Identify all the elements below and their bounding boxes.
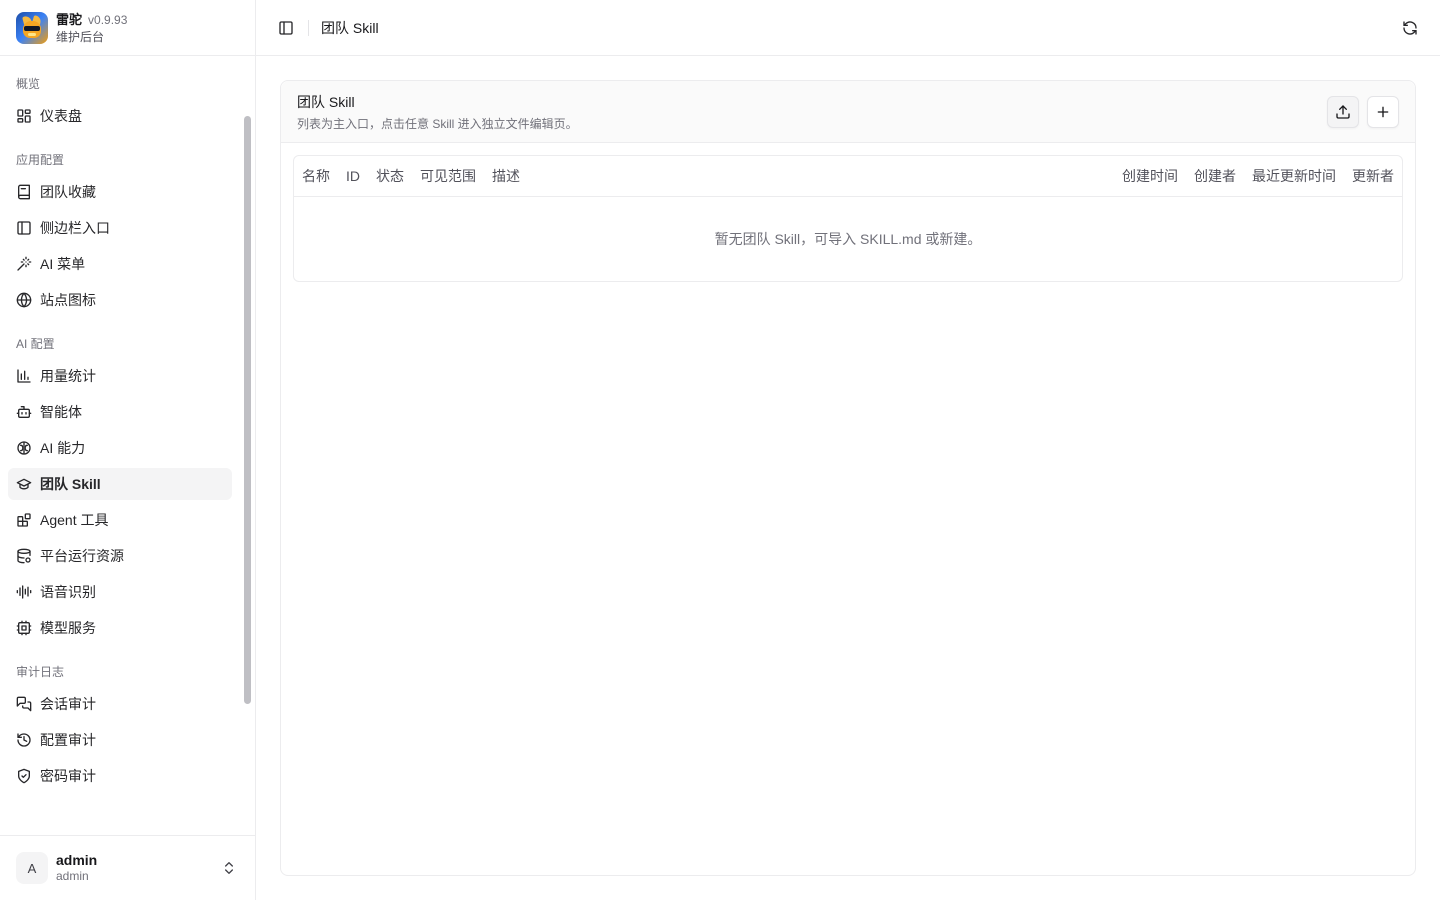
- audio-lines-icon: [16, 584, 32, 600]
- app-name: 雷驼: [56, 11, 83, 27]
- column-header-updated-at[interactable]: 最近更新时间: [1252, 166, 1344, 186]
- book-icon: [16, 184, 32, 200]
- sidebar-item-label: AI 能力: [40, 440, 86, 456]
- app-logo: [16, 11, 48, 44]
- sidebar-item-team-skill[interactable]: 团队 Skill: [8, 468, 232, 500]
- refresh-button[interactable]: [1396, 14, 1424, 42]
- upload-icon: [1335, 104, 1351, 120]
- import-skill-button[interactable]: [1327, 95, 1359, 128]
- sidebar-item-label: 站点图标: [40, 292, 96, 308]
- card-description: 列表为主入口，点击任意 Skill 进入独立文件编辑页。: [297, 116, 578, 131]
- sidebar-nav: 概览 仪表盘 应用配置 团队收藏 侧边栏入口 AI 菜单 站点图标 AI 配置 …: [0, 56, 255, 835]
- card-title: 团队 Skill: [297, 93, 355, 110]
- sidebar-item-config-audit[interactable]: 配置审计: [8, 724, 232, 756]
- column-header-status[interactable]: 状态: [376, 166, 412, 186]
- skills-table: 名称 ID 状态 可见范围 描述 创建时间 创建者 最近更新时间 更新者 暂无团…: [293, 155, 1403, 282]
- panel-left-icon: [16, 220, 32, 236]
- sidebar-item-label: 配置审计: [40, 732, 96, 748]
- shield-check-icon: [16, 768, 32, 784]
- team-skill-card: 团队 Skill 列表为主入口，点击任意 Skill 进入独立文件编辑页。 名称…: [280, 80, 1416, 876]
- blocks-icon: [16, 512, 32, 528]
- divider: [308, 19, 309, 36]
- column-header-created-at[interactable]: 创建时间: [1122, 166, 1186, 186]
- sidebar-item-session-audit[interactable]: 会话审计: [8, 688, 232, 720]
- user-role: admin: [56, 869, 89, 884]
- dashboard-icon: [16, 108, 32, 124]
- sidebar-item-speech-recognition[interactable]: 语音识别: [8, 576, 232, 608]
- plus-icon: [1375, 104, 1391, 120]
- topbar: 团队 Skill: [256, 0, 1440, 56]
- sidebar-item-label: 仪表盘: [40, 108, 82, 124]
- chevrons-up-down-icon: [221, 860, 237, 876]
- bar-chart-icon: [16, 368, 32, 384]
- column-header-description[interactable]: 描述: [492, 166, 528, 186]
- bot-icon: [16, 404, 32, 420]
- empty-state: 暂无团队 Skill，可导入 SKILL.md 或新建。: [714, 231, 982, 247]
- group-label: 审计日志: [16, 665, 65, 679]
- sidebar-item-label: 模型服务: [40, 620, 96, 636]
- column-header-updater[interactable]: 更新者: [1352, 166, 1394, 186]
- sidebar-item-ai-menu[interactable]: AI 菜单: [8, 248, 232, 280]
- nav-group-ai-config: AI 配置 用量统计 智能体 AI 能力 团队 Skill Agent 工具 平…: [8, 328, 247, 644]
- globe-icon: [16, 292, 32, 308]
- card-header: 团队 Skill 列表为主入口，点击任意 Skill 进入独立文件编辑页。: [281, 81, 1415, 143]
- sidebar-item-label: 团队 Skill: [40, 476, 101, 492]
- refresh-icon: [1402, 20, 1418, 36]
- brain-icon: [16, 440, 32, 456]
- sidebar-item-label: 会话审计: [40, 696, 96, 712]
- sidebar-item-agent-tools[interactable]: Agent 工具: [8, 504, 232, 536]
- nav-group-overview: 概览 仪表盘: [8, 68, 247, 132]
- sidebar-item-label: 平台运行资源: [40, 548, 124, 564]
- sidebar-item-label: 侧边栏入口: [40, 220, 110, 236]
- sidebar-item-password-audit[interactable]: 密码审计: [8, 760, 232, 792]
- sidebar-item-label: 团队收藏: [40, 184, 96, 200]
- sidebar-toggle-button[interactable]: [272, 14, 300, 42]
- user-menu[interactable]: A admin admin: [0, 835, 255, 900]
- avatar: A: [16, 852, 48, 884]
- main-area: 团队 Skill 团队 Skill 列表为主入口，点击任意 Skill 进入独立…: [256, 0, 1440, 900]
- sidebar-item-dashboard[interactable]: 仪表盘: [8, 100, 232, 132]
- graduation-cap-icon: [16, 476, 32, 492]
- sidebar-item-model-service[interactable]: 模型服务: [8, 612, 232, 644]
- sidebar-item-label: 智能体: [40, 404, 82, 420]
- sidebar-item-label: Agent 工具: [40, 512, 109, 528]
- content: 团队 Skill 列表为主入口，点击任意 Skill 进入独立文件编辑页。 名称…: [256, 56, 1440, 900]
- sidebar-item-ai-capability[interactable]: AI 能力: [8, 432, 232, 464]
- app-version: v0.9.93: [88, 12, 128, 27]
- group-label: 应用配置: [16, 153, 65, 167]
- group-label: 概览: [16, 77, 41, 91]
- column-header-name[interactable]: 名称: [302, 166, 338, 186]
- brand-header[interactable]: 雷驼 v0.9.93 维护后台: [0, 0, 255, 56]
- sidebar-item-agents[interactable]: 智能体: [8, 396, 232, 428]
- sidebar-item-label: 密码审计: [40, 768, 96, 784]
- table-header: 名称 ID 状态 可见范围 描述 创建时间 创建者 最近更新时间 更新者: [294, 156, 1402, 197]
- column-header-creator[interactable]: 创建者: [1194, 166, 1244, 186]
- nav-group-audit-logs: 审计日志 会话审计 配置审计 密码审计: [8, 656, 247, 792]
- user-name: admin: [56, 851, 98, 868]
- sidebar-item-usage-stats[interactable]: 用量统计: [8, 360, 232, 392]
- sidebar-item-sidebar-entry[interactable]: 侧边栏入口: [8, 212, 232, 244]
- history-icon: [16, 732, 32, 748]
- column-header-visibility[interactable]: 可见范围: [420, 166, 484, 186]
- column-header-id[interactable]: ID: [346, 168, 368, 184]
- sidebar-item-label: 语音识别: [40, 584, 96, 600]
- database-icon: [16, 548, 32, 564]
- nav-group-app-config: 应用配置 团队收藏 侧边栏入口 AI 菜单 站点图标: [8, 144, 247, 316]
- sidebar-scrollbar[interactable]: [244, 116, 251, 704]
- sidebar: 雷驼 v0.9.93 维护后台 概览 仪表盘 应用配置 团队收藏 侧边栏入口 A…: [0, 0, 256, 900]
- app-subtitle: 维护后台: [56, 29, 105, 44]
- panel-left-icon: [278, 20, 294, 36]
- sidebar-item-platform-resources[interactable]: 平台运行资源: [8, 540, 232, 572]
- sidebar-item-label: 用量统计: [40, 368, 96, 384]
- messages-icon: [16, 696, 32, 712]
- page-title: 团队 Skill: [321, 19, 379, 36]
- wand-icon: [16, 256, 32, 272]
- sidebar-item-label: AI 菜单: [40, 256, 86, 272]
- add-skill-button[interactable]: [1367, 95, 1399, 128]
- cpu-icon: [16, 620, 32, 636]
- group-label: AI 配置: [16, 337, 55, 351]
- sidebar-item-team-favorites[interactable]: 团队收藏: [8, 176, 232, 208]
- sidebar-item-site-icon[interactable]: 站点图标: [8, 284, 232, 316]
